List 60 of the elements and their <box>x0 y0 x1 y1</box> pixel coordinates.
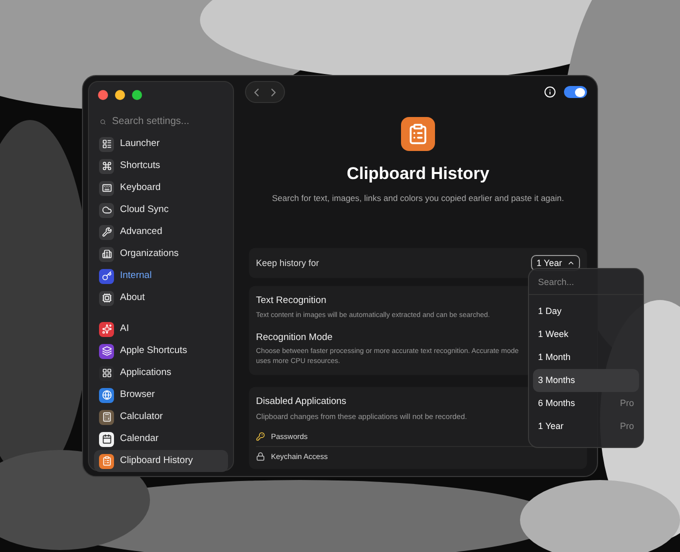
sidebar-item[interactable]: Clipboard History <box>94 450 228 472</box>
item-label: Advanced <box>120 224 162 239</box>
info-icon[interactable] <box>544 86 556 98</box>
item-label: Calendar <box>120 432 159 446</box>
option-label: 1 Month <box>538 350 571 364</box>
setting-title: Recognition Mode <box>256 330 333 344</box>
sidebar-item[interactable]: About <box>94 287 228 309</box>
setting-title: Text Recognition <box>256 294 326 308</box>
sidebar-item[interactable]: Calculator <box>94 406 228 428</box>
dropdown-option[interactable]: 3 Months <box>533 369 639 392</box>
item-label: Calculator <box>120 410 163 424</box>
sidebar-item[interactable]: Calendar <box>94 428 228 450</box>
dropdown-option[interactable]: 1 Year Pro <box>533 415 639 438</box>
sidebar-item[interactable]: Organizations <box>94 243 228 265</box>
sidebar-item[interactable]: Keyboard <box>94 177 228 199</box>
sidebar-item[interactable]: Launcher <box>94 133 228 155</box>
dropdown-option[interactable]: 1 Week <box>533 323 639 346</box>
lock-icon <box>256 452 265 461</box>
sidebar-item[interactable]: Applications <box>94 362 228 384</box>
item-label: AI <box>120 322 129 336</box>
item-label: About <box>120 290 145 305</box>
pro-label: Pro <box>620 396 634 410</box>
item-label: Internal <box>120 268 152 283</box>
page-title: Clipboard History <box>346 163 490 185</box>
sidebar-item[interactable]: Advanced <box>94 221 228 243</box>
page-description: Search for text, images, links and colors you copied earlier and paste it again. <box>272 192 564 204</box>
item-label: Keyboard <box>120 180 161 195</box>
item-label: Applications <box>120 366 172 380</box>
option-label: 1 Year <box>538 420 564 433</box>
dropdown-option[interactable]: 1 Day <box>533 300 639 323</box>
sidebar-item[interactable]: Shortcuts <box>94 155 228 177</box>
zoom-button[interactable] <box>132 90 142 100</box>
sidebar-item[interactable]: Internal <box>94 265 228 287</box>
item-label: Shortcuts <box>120 158 160 173</box>
item-label: Organizations <box>120 246 179 261</box>
minimize-button[interactable] <box>115 90 125 100</box>
dropdown-option[interactable]: 6 Months Pro <box>533 392 639 415</box>
key-icon <box>256 432 265 442</box>
option-label: 3 Months <box>538 374 576 387</box>
option-label: 1 Day <box>538 304 562 318</box>
setting-title: Disabled Applications <box>256 394 346 409</box>
search-field[interactable]: Search settings... <box>112 114 222 129</box>
item-label: Cloud Sync <box>120 202 169 217</box>
dropdown-option[interactable]: 1 Month <box>533 346 639 369</box>
item-label: Browser <box>120 388 155 402</box>
sidebar-item[interactable]: AI <box>94 318 228 340</box>
keep-history-label: Keep history for <box>256 256 320 270</box>
item-label: Clipboard History <box>120 454 193 468</box>
sidebar-item[interactable]: Browser <box>94 384 228 406</box>
close-button[interactable] <box>98 90 108 100</box>
enable-toggle[interactable] <box>564 86 587 98</box>
item-label: Apple Shortcuts <box>120 344 188 358</box>
option-label: 6 Months <box>538 396 576 410</box>
pro-label: Pro <box>620 420 634 433</box>
dropdown-search-field[interactable]: Search... <box>529 269 643 295</box>
item-label: Launcher <box>120 136 160 151</box>
clipboard-icon <box>401 117 435 151</box>
option-label: 1 Week <box>538 328 568 341</box>
sidebar-item[interactable]: Apple Shortcuts <box>94 340 228 362</box>
sidebar-item[interactable]: Cloud Sync <box>94 199 228 221</box>
